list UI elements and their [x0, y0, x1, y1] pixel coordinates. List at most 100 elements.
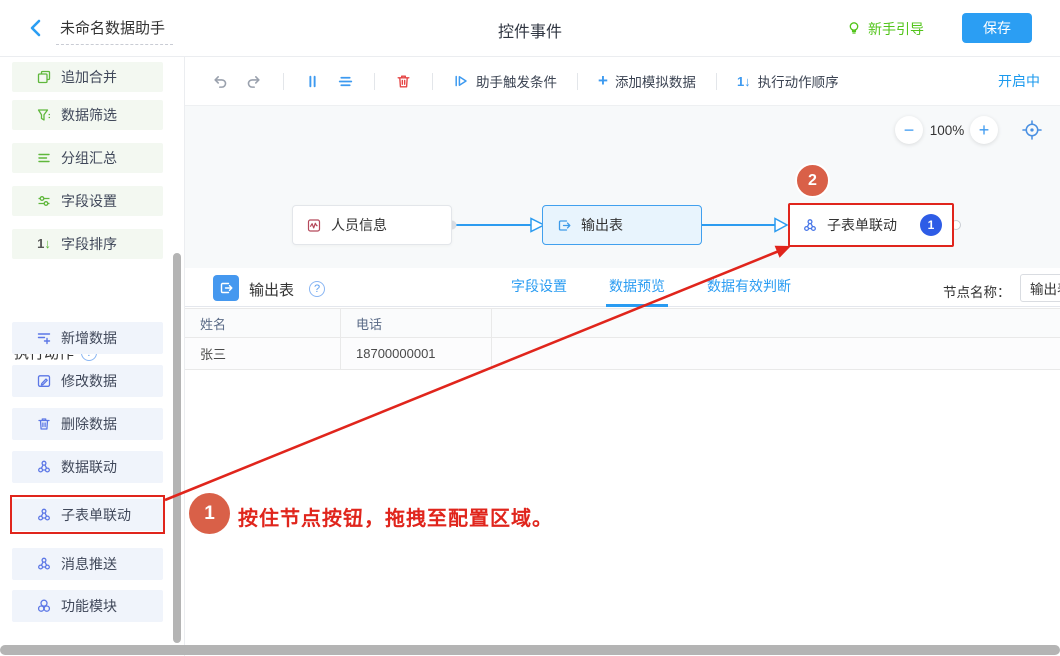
panel-title: 输出表: [249, 279, 294, 300]
sidebar-item-label: 追加合并: [61, 67, 117, 87]
funnel-icon: [36, 107, 52, 123]
undo-button[interactable]: [211, 73, 229, 90]
align-horizontal-button[interactable]: [337, 73, 354, 90]
column-header-phone: 电话: [341, 309, 492, 337]
toolbar-divider: [577, 73, 578, 90]
action-order-label: 执行动作顺序: [758, 71, 839, 91]
play-icon: [453, 73, 469, 89]
group-list-icon: [36, 150, 52, 166]
sidebar-item-field-sort[interactable]: 1↓ 字段排序: [12, 229, 163, 259]
help-icon[interactable]: ?: [309, 279, 325, 297]
save-button[interactable]: 保存: [962, 13, 1032, 43]
node-name-input[interactable]: [1020, 274, 1060, 302]
sidebar-item-label: 字段设置: [61, 191, 117, 211]
merge-icon: [36, 69, 52, 85]
table-header-row: 姓名 电话: [185, 308, 1060, 338]
control-event-editor: 未命名数据助手 控件事件 新手引导 保存 追加合并 数据筛选 分组汇总 字段设置: [0, 0, 1060, 656]
sidebar-item-modify-data[interactable]: 修改数据: [12, 365, 163, 397]
preview-table: 姓名 电话 张三 18700000001: [185, 308, 1060, 370]
sidebar-item-label: 子表单联动: [61, 505, 131, 525]
align-vertical-button[interactable]: [304, 73, 321, 90]
column-header-empty: [492, 309, 1060, 337]
trigger-condition-label: 助手触发条件: [476, 71, 557, 91]
trigger-condition-button[interactable]: 助手触发条件: [453, 71, 557, 91]
node-person-info[interactable]: 人员信息: [292, 205, 452, 245]
chevron-left-icon: [24, 16, 48, 40]
panel-tabs: 字段设置 数据预览 数据有效判断: [508, 268, 794, 307]
sidebar-item-function-module[interactable]: 功能模块: [12, 590, 163, 622]
add-data-icon: [36, 330, 52, 346]
sidebar-item-data-filter[interactable]: 数据筛选: [12, 100, 163, 130]
waveform-icon: [306, 217, 322, 233]
sidebar-item-label: 字段排序: [61, 234, 117, 254]
locate-button[interactable]: [1021, 119, 1043, 141]
linkage-icon: [36, 507, 52, 523]
sidebar-item-group-summary[interactable]: 分组汇总: [12, 143, 163, 173]
tab-data-validity[interactable]: 数据有效判断: [704, 268, 794, 307]
zoom-in-button[interactable]: +: [970, 116, 998, 144]
plus-icon: +: [598, 74, 608, 88]
sidebar-item-label: 消息推送: [61, 554, 117, 574]
node-label: 子表单联动: [827, 215, 897, 235]
tab-field-settings[interactable]: 字段设置: [508, 268, 570, 307]
toolbar-divider: [716, 73, 717, 90]
sidebar-item-add-data[interactable]: 新增数据: [12, 322, 163, 354]
cell-empty: [492, 338, 1060, 369]
guide-button[interactable]: 新手引导: [846, 0, 924, 57]
sort-icon: 1↓: [36, 236, 52, 252]
flow-canvas[interactable]: 人员信息 输出表 子表单联动 1 − 100% +: [185, 106, 1060, 268]
sidebar-item-label: 功能模块: [61, 596, 117, 616]
sidebar-item-subform-linkage[interactable]: 子表单联动: [12, 499, 163, 531]
cell-name: 张三: [185, 338, 341, 369]
arrowhead: [775, 219, 787, 232]
edit-icon: [36, 373, 52, 389]
module-icon: [36, 598, 52, 614]
toolbar-divider: [283, 73, 284, 90]
node-label: 人员信息: [331, 215, 387, 235]
sidebar-item-delete-data[interactable]: 删除数据: [12, 408, 163, 440]
sidebar-item-label: 分组汇总: [61, 148, 117, 168]
node-output-table[interactable]: 输出表: [542, 205, 702, 245]
status-toggle[interactable]: 开启中: [998, 71, 1040, 91]
zoom-out-button[interactable]: −: [895, 116, 923, 144]
bottom-scrollbar[interactable]: [0, 645, 1060, 655]
toolbar-divider: [432, 73, 433, 90]
panel-header: 输出表 ? 字段设置 数据预览 数据有效判断 节点名称：: [185, 268, 1060, 307]
add-mock-data-button[interactable]: + 添加模拟数据: [598, 71, 696, 91]
align-horizontal-icon: [337, 73, 354, 90]
crosshair-icon: [1021, 119, 1043, 141]
page-title: 控件事件: [498, 18, 562, 42]
export-icon: [213, 275, 239, 301]
linkage-icon: [802, 217, 818, 233]
lightbulb-icon: [846, 21, 862, 37]
sidebar-item-label: 新增数据: [61, 328, 117, 348]
back-button[interactable]: [24, 16, 48, 40]
node-subform-linkage[interactable]: 子表单联动 1: [788, 203, 954, 247]
column-header-name: 姓名: [185, 309, 341, 337]
delete-node-button[interactable]: [395, 73, 412, 90]
tab-data-preview[interactable]: 数据预览: [606, 268, 668, 307]
doc-title[interactable]: 未命名数据助手: [56, 17, 173, 45]
undo-icon: [211, 73, 229, 90]
sliders-icon: [36, 193, 52, 209]
trash-icon: [395, 73, 412, 90]
sidebar-scrollbar[interactable]: [173, 253, 181, 643]
zoom-level: 100%: [923, 123, 971, 138]
guide-label: 新手引导: [868, 19, 924, 39]
sidebar-item-append-merge[interactable]: 追加合并: [12, 62, 163, 92]
sidebar: 追加合并 数据筛选 分组汇总 字段设置 1↓ 字段排序 执行动作 ? 新增数据: [0, 57, 185, 656]
toolbar-divider: [374, 73, 375, 90]
export-icon: [556, 217, 572, 233]
action-order-button[interactable]: 1↓ 执行动作顺序: [737, 71, 839, 91]
sidebar-item-label: 数据联动: [61, 457, 117, 477]
redo-button[interactable]: [245, 73, 263, 90]
node-name-label: 节点名称：: [943, 281, 1011, 301]
canvas-toolbar: 助手触发条件 + 添加模拟数据 1↓ 执行动作顺序 开启中: [185, 57, 1060, 106]
sidebar-item-label: 数据筛选: [61, 105, 117, 125]
redo-icon: [245, 73, 263, 90]
sidebar-item-message-push[interactable]: 消息推送: [12, 548, 163, 580]
sidebar-item-field-settings[interactable]: 字段设置: [12, 186, 163, 216]
table-row: 张三 18700000001: [185, 338, 1060, 370]
sidebar-item-data-linkage[interactable]: 数据联动: [12, 451, 163, 483]
linkage-icon: [36, 459, 52, 475]
